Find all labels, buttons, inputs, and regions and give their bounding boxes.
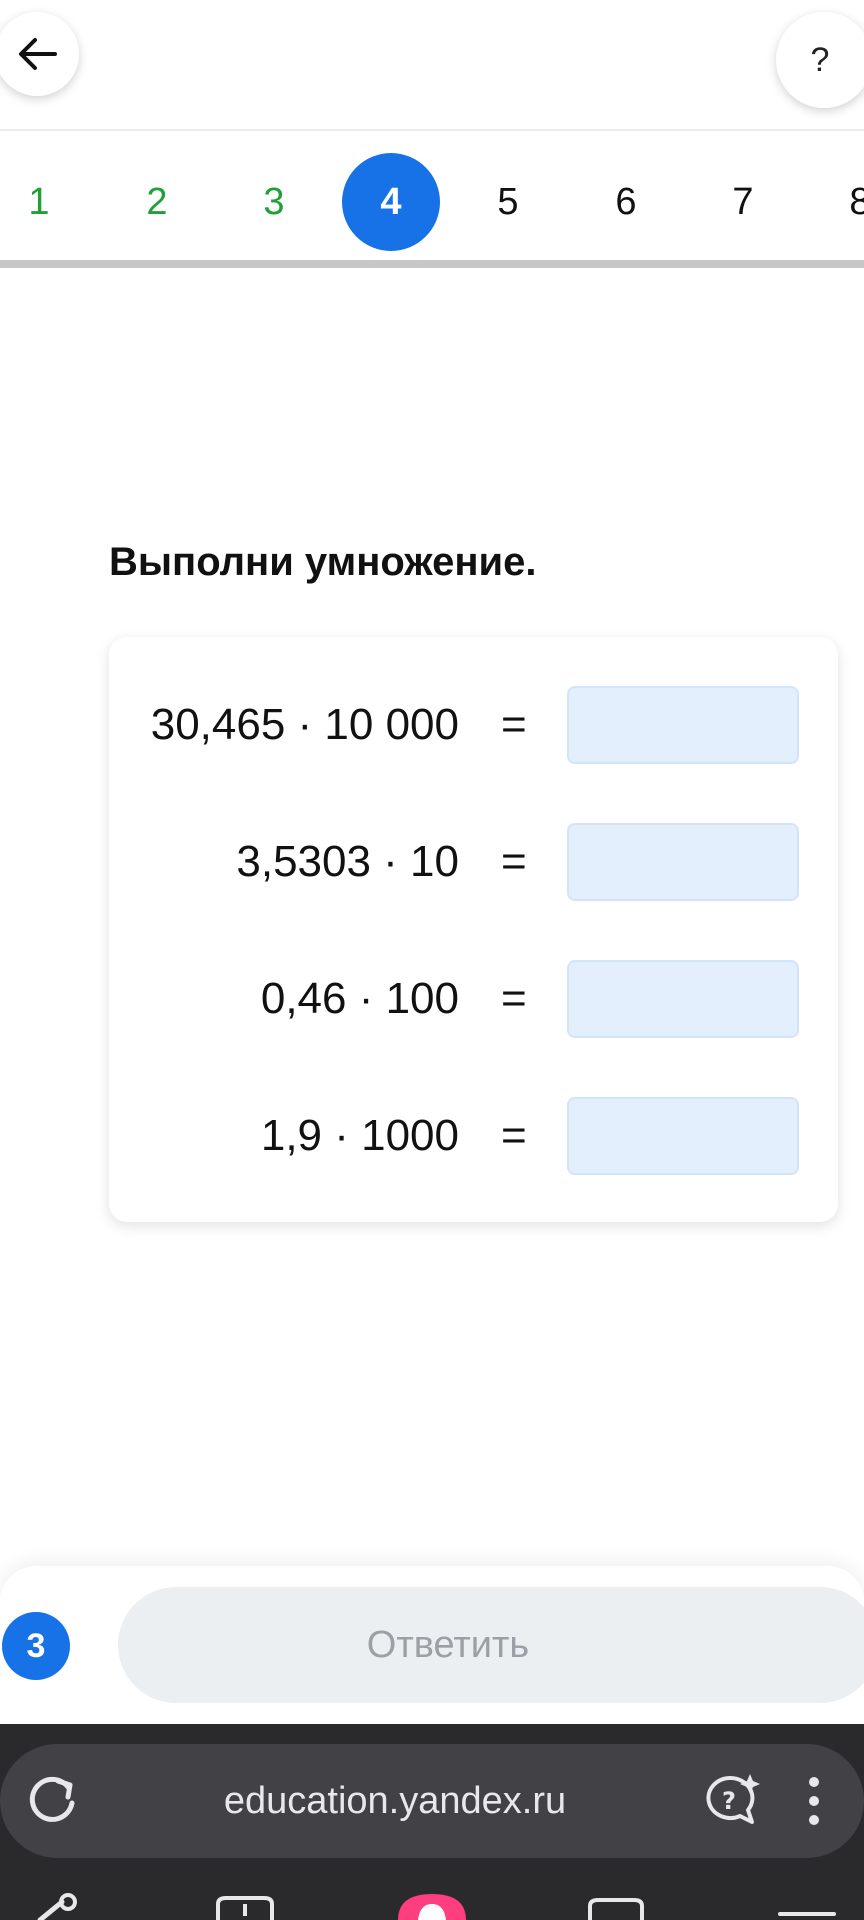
step-2[interactable]: 2 [108, 153, 206, 251]
task-title: Выполни умножение. [109, 540, 537, 584]
step-6[interactable]: 6 [577, 153, 675, 251]
expression: 3,5303 · 10 [236, 837, 459, 886]
svg-text:?: ? [722, 1787, 736, 1815]
equation-row: 3,5303 · 10 = [109, 823, 838, 901]
step-4[interactable]: 4 [342, 153, 440, 251]
answer-input[interactable] [567, 960, 799, 1038]
help-label: ? [810, 40, 830, 79]
step-5[interactable]: 5 [459, 153, 557, 251]
equation-row: 0,46 · 100 = [109, 960, 838, 1038]
answer-input[interactable] [567, 1097, 799, 1175]
equation-row: 30,465 · 10 000 = [109, 686, 838, 764]
equals-sign: = [501, 837, 527, 886]
submit-button[interactable]: Ответить [118, 1587, 864, 1703]
task-stepper: 1 2 3 4 5 6 7 8 [0, 131, 864, 268]
attempts-badge: 3 [2, 1612, 70, 1680]
expression: 0,46 · 100 [260, 974, 459, 1023]
help-button[interactable]: ? [776, 12, 864, 108]
answer-input[interactable] [567, 823, 799, 901]
step-8[interactable]: 8 [811, 153, 864, 251]
equals-sign: = [501, 974, 527, 1023]
more-vertical-icon[interactable] [796, 1770, 832, 1832]
submit-label: Ответить [366, 1623, 530, 1666]
top-bar: ? [0, 0, 864, 131]
page: ? 1 2 3 4 5 6 7 8 Выполни умножение. 30,… [0, 0, 864, 1920]
step-1[interactable]: 1 [0, 153, 88, 251]
equals-sign: = [501, 700, 527, 749]
equation-row: 1,9 · 1000 = [109, 1097, 838, 1175]
browser-bottom-nav [37, 1893, 836, 1920]
answer-input[interactable] [567, 686, 799, 764]
ai-assistant-icon[interactable]: ? [700, 1770, 762, 1832]
arrow-left-icon [19, 38, 57, 70]
step-7[interactable]: 7 [694, 153, 792, 251]
step-3[interactable]: 3 [225, 153, 323, 251]
expression: 1,9 · 1000 [260, 1111, 459, 1160]
reload-icon[interactable] [24, 1773, 80, 1829]
stepper-scrollbar[interactable] [0, 260, 864, 268]
task-card: 30,465 · 10 000 = 3,5303 · 10 = 0,46 · 1… [109, 637, 838, 1222]
back-button[interactable] [0, 12, 79, 96]
equals-sign: = [501, 1111, 527, 1160]
url-text[interactable]: education.yandex.ru [200, 1773, 590, 1829]
expression: 30,465 · 10 000 [150, 700, 459, 749]
